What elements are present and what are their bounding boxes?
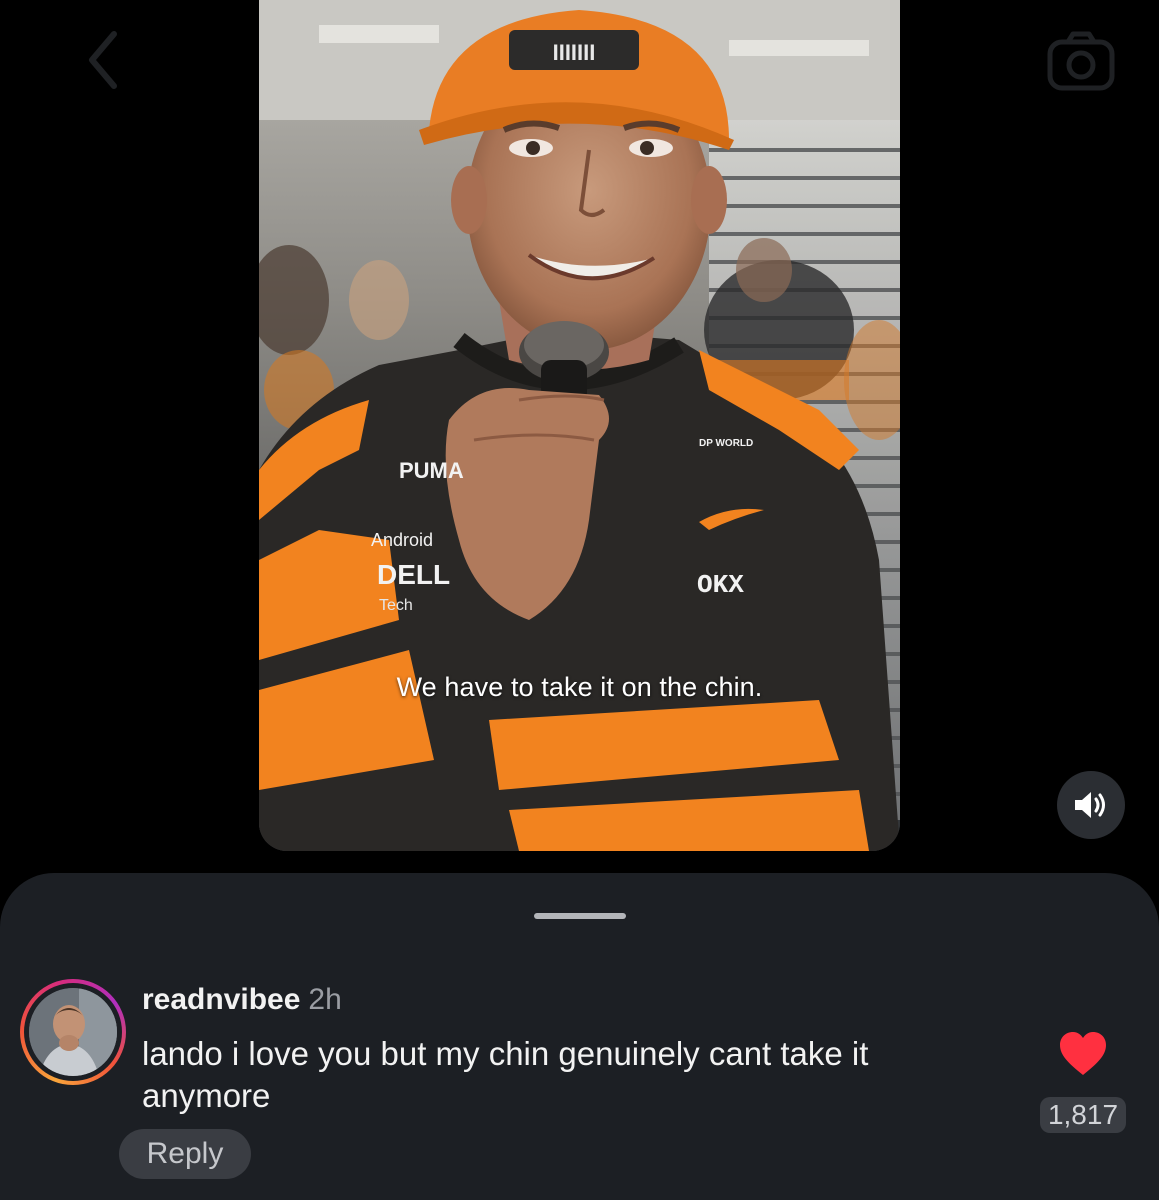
puma-logo: PUMA — [399, 458, 464, 483]
dell-tech-text: Tech — [379, 597, 413, 614]
video-caption: We have to take it on the chin. — [396, 672, 763, 702]
okx-logo: OKX — [697, 570, 744, 600]
story-ring[interactable] — [20, 979, 126, 1085]
comment-text: lando i love you but my chin genuinely c… — [142, 1035, 869, 1114]
chevron-left-icon — [89, 31, 117, 89]
comment-header: readnvibee 2h — [142, 983, 342, 1017]
cap-badge-text: IIIIIII — [553, 40, 596, 65]
comment-timestamp: 2h — [308, 983, 342, 1016]
comments-sheet: readnvibee 2h lando i love you but my chi… — [0, 873, 1159, 1200]
dpworld-logo: DP WORLD — [699, 438, 753, 449]
sound-toggle-button[interactable] — [1057, 771, 1125, 839]
comment-username[interactable]: readnvibee — [142, 983, 300, 1016]
avatar[interactable] — [29, 988, 117, 1076]
reel-video[interactable]: IIIIIII PUMA Android DELL Tech DP WORLD … — [259, 0, 900, 851]
camera-icon — [1047, 31, 1115, 91]
dell-logo: DELL — [377, 559, 450, 590]
like-count[interactable]: 1,817 — [1040, 1097, 1126, 1133]
sheet-drag-handle[interactable] — [534, 913, 626, 919]
reply-button[interactable]: Reply — [119, 1129, 251, 1179]
heart-icon[interactable] — [1058, 1031, 1108, 1077]
speaker-on-icon — [1075, 792, 1105, 818]
android-logo: Android — [371, 530, 433, 550]
reel-comment-screen: IIIIIII PUMA Android DELL Tech DP WORLD … — [0, 0, 1159, 1200]
camera-button[interactable] — [1044, 28, 1118, 94]
back-button[interactable] — [72, 28, 136, 92]
video-frame: IIIIIII PUMA Android DELL Tech DP WORLD … — [259, 0, 900, 851]
